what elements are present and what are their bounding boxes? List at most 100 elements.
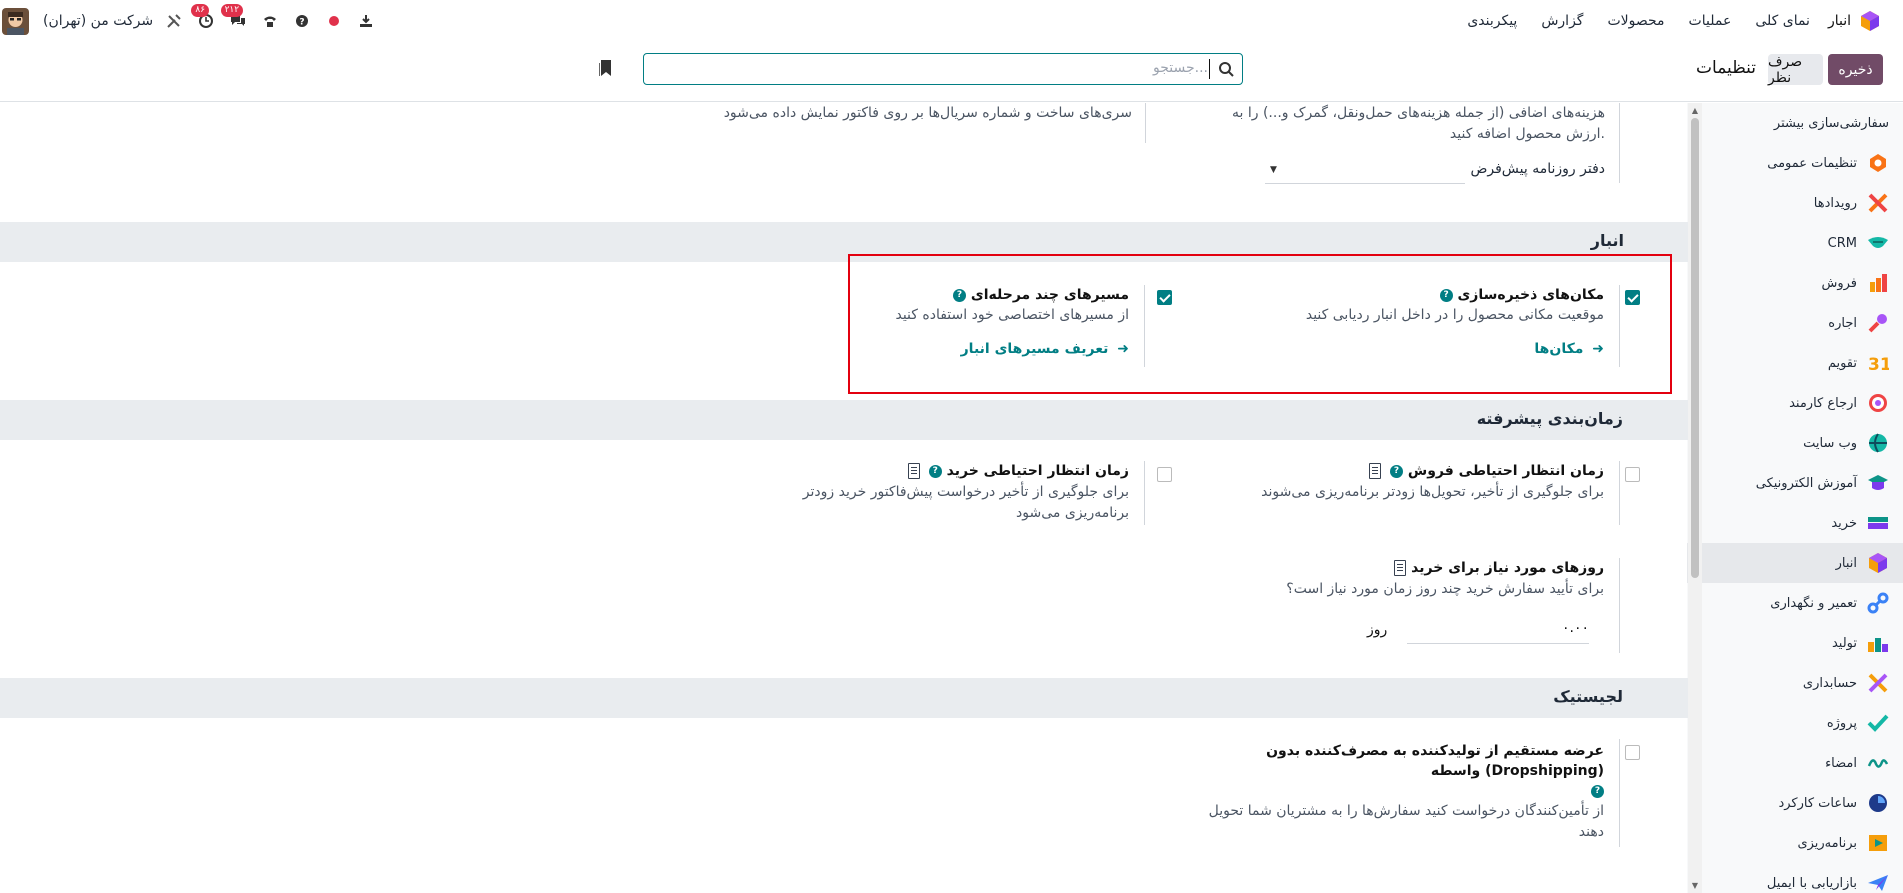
navbar-systray: شرکت من (تهران) ۸۶ ۲۱۲ ? <box>0 0 389 42</box>
elearning-app-icon <box>1868 475 1888 490</box>
sidebar-item-project[interactable]: پروژه <box>1687 703 1903 743</box>
divider-line <box>1145 103 1146 143</box>
phone-icon[interactable] <box>261 12 279 30</box>
search-icon[interactable] <box>1218 61 1234 77</box>
control-panel: ذخیره صرف نظر تنظیمات جستجو... <box>0 42 1903 102</box>
purchase-app-icon <box>1868 517 1888 529</box>
company-switcher[interactable]: شرکت من (تهران) <box>43 13 153 29</box>
settings-app-icon <box>1870 154 1886 172</box>
section-title: انبار <box>1590 231 1624 250</box>
svg-text:?: ? <box>299 18 304 28</box>
sidebar-item-planning[interactable]: برنامه‌ریزی <box>1687 823 1903 863</box>
page-title: تنظیمات <box>1696 58 1756 78</box>
email-marketing-app-icon <box>1868 875 1888 891</box>
accounting-app-icon <box>1868 673 1888 693</box>
highlight-box <box>848 254 1672 394</box>
scrollbar-thumb[interactable] <box>1691 118 1699 578</box>
sidebar-item-inventory[interactable]: انبار <box>1687 543 1903 583</box>
dropshipping-checkbox[interactable] <box>1625 745 1640 760</box>
sidebar-item-label: سفارشی‌سازی بیشتر <box>1773 115 1889 131</box>
setting-days-to-purchase: روزهای مورد نیاز برای خرید برای تأیید سف… <box>1145 558 1645 668</box>
sidebar-item-maintenance[interactable]: تعمیر و نگهداری <box>1687 583 1903 623</box>
activity-clock-icon[interactable]: ۸۶ <box>191 4 215 30</box>
planning-app-icon <box>1869 835 1887 851</box>
user-avatar[interactable] <box>2 7 29 35</box>
help-tooltip-icon[interactable]: ? <box>1390 464 1404 478</box>
default-journal-label: دفتر روزنامه پیش‌فرض <box>1470 161 1605 177</box>
discard-button[interactable]: صرف نظر <box>1768 54 1823 86</box>
referral-app-icon <box>1869 394 1887 412</box>
days-unit-label: روز <box>1367 622 1388 638</box>
help-tooltip-icon[interactable]: ? <box>928 464 942 478</box>
app-name[interactable]: انبار <box>1828 13 1851 29</box>
sidebar-item-label: برنامه‌ریزی <box>1797 835 1857 851</box>
days-to-purchase-input[interactable]: ۰.۰۰ <box>1407 620 1589 644</box>
company-document-icon <box>907 463 920 479</box>
calendar-app-icon: 31 <box>1868 355 1889 374</box>
sidebar-item-label: تقویم <box>1827 355 1857 371</box>
scroll-up-icon[interactable]: ▲ <box>1690 106 1700 116</box>
sidebar-item-label: آموزش الکترونیکی <box>1755 475 1857 491</box>
sidebar-item-manufacturing[interactable]: تولید <box>1687 623 1903 663</box>
menu-operations[interactable]: عملیات <box>1689 13 1732 29</box>
menu-reporting[interactable]: گزارش <box>1541 13 1583 29</box>
sidebar-item-accounting[interactable]: حسابداری <box>1687 663 1903 703</box>
sidebar-item-events[interactable]: رویدادها <box>1687 183 1903 223</box>
setting-dropshipping: عرضه مستقیم از تولیدکننده به مصرف‌کننده … <box>1145 739 1645 849</box>
menu-configuration[interactable]: پیکربندی <box>1467 13 1517 29</box>
download-icon[interactable] <box>357 12 375 30</box>
sidebar-item-label: انبار <box>1835 555 1857 571</box>
sidebar-item-calendar[interactable]: 31 تقویم <box>1687 343 1903 383</box>
purchase-lead-time-checkbox[interactable] <box>1157 467 1172 482</box>
sidebar-item-referral[interactable]: ارجاع کارمند <box>1687 383 1903 423</box>
menu-products[interactable]: محصولات <box>1607 13 1664 29</box>
activity-badge: ۸۶ <box>191 4 210 17</box>
svg-text:31: 31 <box>1868 355 1889 374</box>
sidebar-item-website[interactable]: وب سایت <box>1687 423 1903 463</box>
settings-sidebar: سفارشی‌سازی بیشتر تنظیمات عمومی رویدادها… <box>1687 103 1903 893</box>
sidebar-item-label: ارجاع کارمند <box>1789 395 1857 411</box>
company-document-icon <box>1369 463 1382 479</box>
sidebar-item-sales[interactable]: فروش <box>1687 263 1903 303</box>
record-dot-icon[interactable] <box>325 12 343 30</box>
search-input[interactable]: جستجو... <box>643 53 1243 85</box>
sidebar-item-elearning[interactable]: آموزش الکترونیکی <box>1687 463 1903 503</box>
inventory-app-logo-icon[interactable] <box>1859 10 1881 32</box>
sales-lead-time-checkbox[interactable] <box>1625 467 1640 482</box>
journal-dropdown-icon[interactable]: ▼ <box>1270 165 1277 175</box>
sidebar-item-label: پروژه <box>1826 715 1857 731</box>
help-icon[interactable]: ? <box>293 12 311 30</box>
sidebar-item-purchase[interactable]: خرید <box>1687 503 1903 543</box>
events-app-icon <box>1868 193 1888 213</box>
sidebar-item-label: حسابداری <box>1802 675 1857 691</box>
sidebar-item-customize[interactable]: سفارشی‌سازی بیشتر <box>1687 103 1903 143</box>
setting-purchase-security-lead-time: ? زمان انتظار احتیاطی خرید برای جلوگیری … <box>650 461 1172 541</box>
sidebar-item-label: تعمیر و نگهداری <box>1770 595 1857 611</box>
sidebar-item-label: بازاریابی با ایمیل <box>1766 875 1857 891</box>
website-app-icon <box>1869 433 1887 453</box>
save-button[interactable]: ذخیره <box>1828 54 1883 85</box>
chat-messages-icon[interactable]: ۲۱۲ <box>220 4 247 30</box>
settings-content: هزینه‌های اضافی (از جمله هزینه‌های حمل‌و… <box>0 103 1688 893</box>
timesheet-app-icon <box>1869 794 1887 812</box>
journal-select-line <box>1265 183 1465 184</box>
sales-app-icon <box>1870 274 1887 292</box>
sidebar-item-label: تنظیمات عمومی <box>1767 155 1857 171</box>
sidebar-item-timesheet[interactable]: ساعات کارکرد <box>1687 783 1903 823</box>
bookmark-icon[interactable] <box>599 59 613 77</box>
section-title: زمان‌بندی پیشرفته <box>1476 409 1623 428</box>
scroll-down-icon[interactable]: ▼ <box>1690 881 1700 891</box>
menu-overview[interactable]: نمای کلی <box>1755 13 1810 29</box>
sidebar-item-sign[interactable]: امضاء <box>1687 743 1903 783</box>
sidebar-item-label: خرید <box>1831 515 1857 531</box>
sidebar-item-crm[interactable]: CRM <box>1687 223 1903 263</box>
inventory-app-icon <box>1869 553 1887 573</box>
top-partial-settings: هزینه‌های اضافی (از جمله هزینه‌های حمل‌و… <box>0 103 1688 184</box>
sidebar-item-general[interactable]: تنظیمات عمومی <box>1687 143 1903 183</box>
divider-line <box>1619 461 1620 525</box>
help-tooltip-icon[interactable]: ? <box>1591 784 1604 798</box>
setting-sales-security-lead-time: ? زمان انتظار احتیاطی فروش برای جلوگیری … <box>1145 461 1645 541</box>
sidebar-item-rental[interactable]: اجاره <box>1687 303 1903 343</box>
sidebar-item-email-marketing[interactable]: بازاریابی با ایمیل <box>1687 863 1903 893</box>
debug-tools-icon[interactable] <box>165 12 183 30</box>
